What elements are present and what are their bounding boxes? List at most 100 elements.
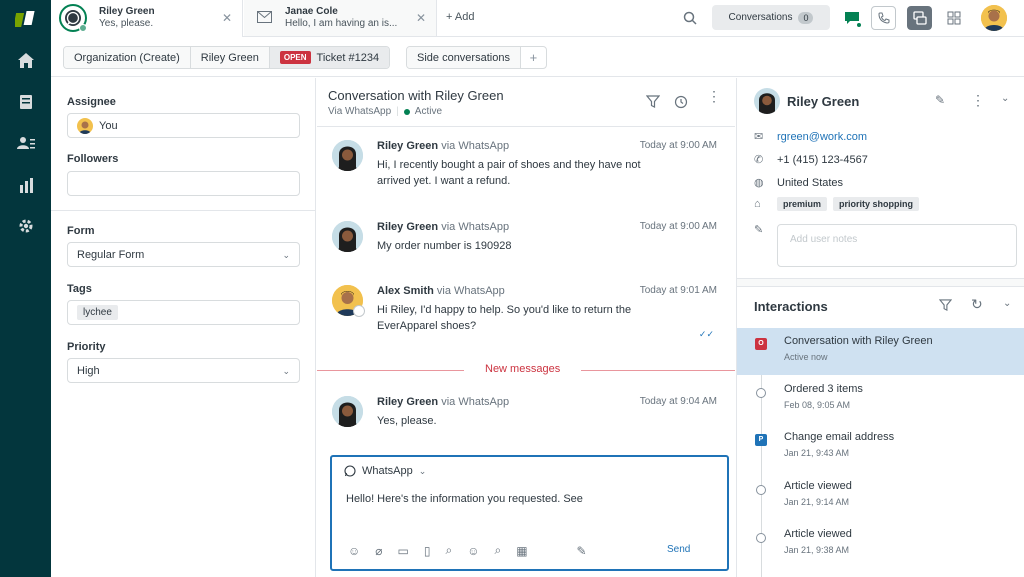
filter-icon[interactable] [645,95,661,111]
filter-icon[interactable] [938,299,953,314]
interaction-subtitle: Feb 08, 9:05 AM [784,400,851,410]
refresh-icon[interactable]: ↻ [971,296,983,313]
channel-selector[interactable]: WhatsApp ⌄ [344,465,426,477]
side-conversations-label: Side conversations [407,47,520,68]
puzzle-icon[interactable]: ✎ [577,544,587,558]
message-item: Riley Green via WhatsApp Today at 9:00 A… [332,140,722,200]
interaction-item[interactable]: Article viewed Jan 21, 9:14 AM [737,473,1024,520]
interaction-title: Ordered 3 items [784,383,863,395]
interaction-subtitle: Jan 21, 9:43 AM [784,448,850,458]
message-composer[interactable]: WhatsApp ⌄ Hello! Here's the information… [330,455,729,571]
chat-icon[interactable] [839,6,864,30]
interaction-item[interactable]: Ordered 3 items Feb 08, 9:05 AM [737,376,1024,423]
chevron-down-icon[interactable]: ⌄ [1001,93,1009,104]
home-icon[interactable] [16,50,36,70]
message-item: Alex Smith via WhatsApp Today at 9:01 AM… [332,285,722,345]
customer-tag[interactable]: priority shopping [833,197,920,211]
interaction-item[interactable]: O Conversation with Riley Green Active n… [737,328,1024,375]
active-dot [403,108,410,115]
timeline-dot-icon [756,533,766,543]
add-side-conversation-button[interactable]: + [519,47,546,68]
interaction-subtitle: Jan 21, 9:38 AM [784,545,850,555]
customer-tag[interactable]: premium [777,197,828,211]
message-author: Riley Green [377,221,439,233]
interaction-subtitle: Jan 21, 9:14 AM [784,497,850,507]
conversations-button[interactable]: Conversations 0 [712,5,830,30]
avatar [332,221,363,252]
priority-label: Priority [67,341,106,353]
more-icon[interactable]: ⋮ [971,92,985,109]
chevron-down-icon: ⌄ [282,366,290,376]
search-icon[interactable] [683,11,697,28]
chevron-down-icon: ⌄ [418,465,427,476]
tab-janae-cole[interactable]: Janae Cole Hello, I am having an is... ✕ [244,0,437,37]
assignee-field[interactable]: You [67,113,300,138]
top-bar: Riley Green Yes, please. ✕ Janae Cole He… [51,0,1024,37]
breadcrumb-ticket[interactable]: OPEN Ticket #1234 [269,47,390,68]
tab-subtitle: Yes, please. [99,18,154,29]
apps-grid-icon[interactable] [941,6,966,30]
tag-chip[interactable]: lychee [77,305,118,320]
settings-icon[interactable] [16,216,36,236]
doc-icon[interactable]: ▯ [424,544,431,558]
close-icon[interactable]: ✕ [416,11,426,25]
message-time: Today at 9:04 AM [639,396,717,407]
side-conversations-tab[interactable]: Side conversations + [406,46,547,69]
history-icon[interactable] [674,95,688,112]
message-text: My order number is 190928 [377,240,512,252]
ticket-number: Ticket #1234 [316,51,380,64]
emoji-icon[interactable]: ☺ [467,544,479,558]
customer-location: United States [777,176,844,189]
composer-input[interactable]: Hello! Here's the information you reques… [346,493,583,505]
ticket-properties-panel: Assignee You Followers Form Regular Form… [51,78,316,577]
message-time: Today at 9:01 AM [639,285,717,296]
conversation-panel: Conversation with Riley Green Via WhatsA… [317,78,735,577]
interaction-title: Article viewed [784,528,852,540]
side-panel-icon[interactable] [907,6,932,30]
interaction-item[interactable]: P Change email address Jan 21, 9:43 AM [737,424,1024,471]
tags-field[interactable]: lychee [67,300,300,325]
avatar [754,88,780,114]
conversation-header: Conversation with Riley Green Via WhatsA… [328,88,504,117]
more-icon[interactable]: ⋮ [707,89,721,103]
breadcrumb-user[interactable]: Riley Green [190,47,270,68]
phone-icon: ✆ [754,154,764,166]
search-icon[interactable]: ⌕ [494,543,501,558]
attach-icon[interactable]: ⌀ [375,544,382,558]
customer-phone: +1 (415) 123-4567 [777,153,868,166]
tab-title: Riley Green [99,6,155,17]
interaction-item[interactable]: Article viewed Jan 21, 9:38 AM [737,521,1024,568]
interaction-title: Conversation with Riley Green [784,335,933,347]
users-icon[interactable] [16,133,36,153]
emoji-icon[interactable]: ☺ [348,544,360,558]
reports-icon[interactable] [16,175,36,195]
customer-email[interactable]: rgreen@work.com [777,131,867,143]
form-select[interactable]: Regular Form ⌄ [67,242,300,267]
close-icon[interactable]: ✕ [222,11,232,25]
message-author: Riley Green [377,396,439,408]
mail-icon: ✉ [754,131,764,143]
avatar [77,117,93,134]
tickets-icon[interactable] [16,92,36,112]
send-button[interactable]: Send [667,544,690,555]
conversations-label: Conversations [728,12,793,23]
message-text: Yes, please. [377,415,437,427]
add-tab-button[interactable]: + Add [446,11,474,23]
phone-icon[interactable] [871,6,896,30]
user-notes-input[interactable]: Add user notes [777,224,1017,267]
chevron-down-icon[interactable]: ⌄ [1003,298,1011,309]
avatar [332,140,363,171]
followers-field[interactable] [67,171,300,196]
read-receipt-icon: ✓✓ [698,329,714,339]
avatar[interactable] [981,5,1007,31]
breadcrumb-organization[interactable]: Organization (Create) [64,47,191,68]
priority-select[interactable]: High ⌄ [67,358,300,383]
macro-icon[interactable]: ▭ [398,544,409,558]
table-icon[interactable]: ▦ [516,544,527,558]
online-indicator [79,24,87,32]
message-via: via WhatsApp [441,396,510,408]
pencil-icon[interactable]: ✎ [935,93,945,107]
search-icon[interactable]: ⌕ [445,543,452,558]
logo-icon[interactable] [13,9,37,29]
tab-riley-green[interactable]: Riley Green Yes, please. ✕ [51,0,243,37]
